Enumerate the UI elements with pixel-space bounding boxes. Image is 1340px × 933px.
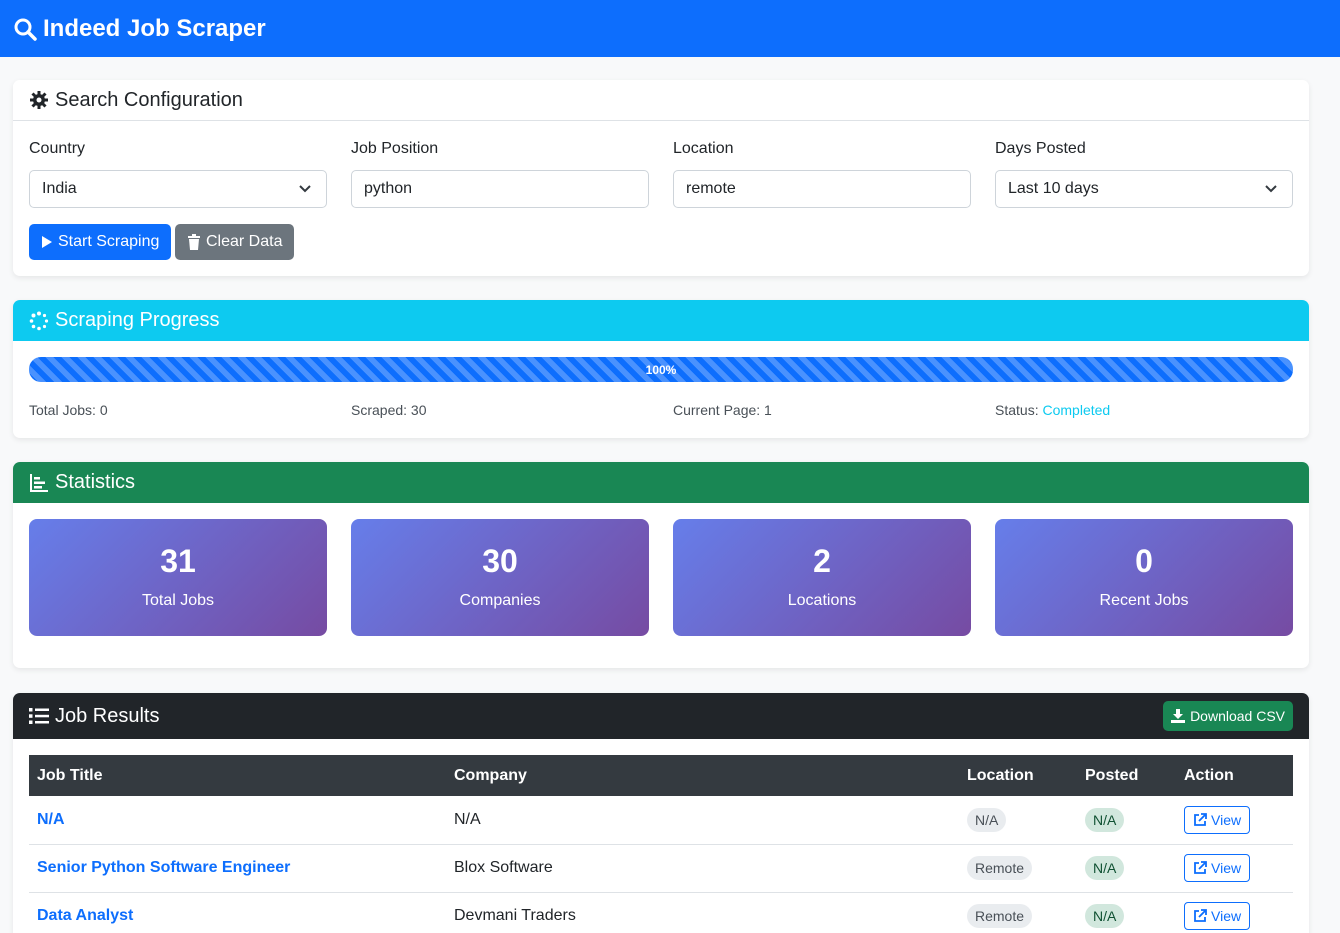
view-label: View <box>1211 860 1242 876</box>
search-config-title: Search Configuration <box>55 88 243 111</box>
posted-badge: N/A <box>1085 807 1125 832</box>
bar-chart-icon <box>30 473 48 492</box>
position-value: python <box>364 180 413 197</box>
company-cell: Devmani Traders <box>446 892 959 933</box>
chevron-down-icon <box>1265 185 1277 193</box>
location-value: remote <box>686 180 736 197</box>
job-title-link[interactable]: N/A <box>37 811 65 828</box>
start-scraping-button[interactable]: Start Scraping <box>29 224 172 260</box>
location-input[interactable]: remote <box>673 170 971 208</box>
status-prefix: Status: <box>995 402 1039 418</box>
stat-label: Total Jobs <box>141 592 215 609</box>
stat-locations: 2 Locations <box>673 519 971 636</box>
days-select[interactable]: Last 10 days <box>995 170 1293 208</box>
navbar: Indeed Job Scraper <box>0 0 1340 57</box>
start-scraping-label: Start Scraping <box>58 233 160 250</box>
view-button[interactable]: View <box>1184 902 1251 930</box>
current-page-text: Current Page: 1 <box>673 402 772 418</box>
external-link-icon <box>1194 909 1207 922</box>
job-results-card: Job Results Download CSV Job Title Compa… <box>13 693 1309 933</box>
list-icon <box>29 708 49 724</box>
search-icon <box>14 18 37 41</box>
country-select[interactable]: India <box>29 170 327 208</box>
spinner-icon <box>29 311 49 330</box>
play-icon <box>42 236 52 248</box>
column-header-company[interactable]: Company <box>446 755 959 796</box>
status-text: Status: Completed <box>995 402 1110 418</box>
company-cell: Blox Software <box>446 844 959 893</box>
stat-label: Locations <box>787 592 857 609</box>
progress-header: Scraping Progress <box>13 300 1309 341</box>
progress-card: Scraping Progress 100% Total Jobs: 0 Scr… <box>13 300 1309 438</box>
stat-companies: 30 Companies <box>351 519 649 636</box>
job-results-title: Job Results <box>55 704 160 727</box>
days-value: Last 10 days <box>1008 180 1099 197</box>
days-label: Days Posted <box>995 140 1086 157</box>
stat-value: 0 <box>1135 543 1153 579</box>
location-badge: Remote <box>967 904 1033 928</box>
statistics-title: Statistics <box>55 471 136 493</box>
country-value: India <box>42 180 77 197</box>
stat-value: 30 <box>482 543 518 579</box>
stat-total-jobs: 31 Total Jobs <box>29 519 327 636</box>
external-link-icon <box>1194 861 1207 874</box>
location-badge: Remote <box>967 856 1033 880</box>
posted-badge: N/A <box>1085 904 1125 928</box>
statistics-header: Statistics <box>13 462 1309 503</box>
stat-value: 31 <box>160 543 196 579</box>
table-row: Senior Python Software Engineer Blox Sof… <box>29 844 1293 893</box>
chevron-down-icon <box>299 185 311 193</box>
status-value: Completed <box>1042 402 1111 418</box>
view-button[interactable]: View <box>1184 854 1251 882</box>
table-row: Data Analyst Devmani Traders Remote N/A … <box>29 892 1293 933</box>
stat-value: 2 <box>813 543 831 579</box>
stat-label: Companies <box>459 592 541 609</box>
stat-recent-jobs: 0 Recent Jobs <box>995 519 1293 636</box>
view-label: View <box>1211 811 1242 828</box>
stat-label: Recent Jobs <box>1099 592 1189 609</box>
position-label: Job Position <box>351 140 439 157</box>
trash-icon <box>188 234 200 250</box>
table-header-row: Job Title Company Location Posted Action <box>29 755 1293 796</box>
clear-data-button[interactable]: Clear Data <box>175 224 295 260</box>
column-header-action[interactable]: Action <box>1176 755 1293 796</box>
country-label: Country <box>29 140 86 157</box>
position-input[interactable]: python <box>351 170 649 208</box>
clear-data-label: Clear Data <box>206 233 283 250</box>
location-badge: N/A <box>967 807 1007 832</box>
gear-icon <box>30 91 48 109</box>
column-header-job-title[interactable]: Job Title <box>29 755 446 796</box>
progress-bar-fill: 100% <box>29 357 1293 382</box>
job-results-table: Job Title Company Location Posted Action… <box>29 755 1293 933</box>
job-title-link[interactable]: Data Analyst <box>37 907 133 924</box>
progress-percent: 100% <box>645 362 677 377</box>
company-cell: N/A <box>446 796 959 845</box>
progress-title: Scraping Progress <box>55 309 220 331</box>
posted-badge: N/A <box>1085 856 1125 880</box>
search-config-card: Search Configuration Country India Job P… <box>13 80 1309 276</box>
location-label: Location <box>673 140 734 157</box>
app-brand[interactable]: Indeed Job Scraper <box>13 15 266 43</box>
download-icon <box>1171 709 1186 723</box>
job-results-header: Job Results Download CSV <box>13 693 1309 739</box>
column-header-location[interactable]: Location <box>959 755 1077 796</box>
app-title: Indeed Job Scraper <box>43 14 266 42</box>
total-jobs-text: Total Jobs: 0 <box>29 402 108 418</box>
statistics-card: Statistics 31 Total Jobs 30 Companies 2 … <box>13 462 1309 668</box>
external-link-icon <box>1194 812 1207 826</box>
download-csv-button[interactable]: Download CSV <box>1163 701 1293 731</box>
progress-bar: 100% <box>29 357 1293 382</box>
view-button[interactable]: View <box>1184 805 1251 834</box>
view-label: View <box>1211 908 1242 924</box>
download-csv-label: Download CSV <box>1190 708 1285 724</box>
job-title-link[interactable]: Senior Python Software Engineer <box>37 859 290 876</box>
table-row: N/A N/A N/A N/A View <box>29 796 1293 845</box>
column-header-posted[interactable]: Posted <box>1077 755 1176 796</box>
scraped-text: Scraped: 30 <box>351 402 427 418</box>
search-config-header: Search Configuration <box>13 80 1309 121</box>
